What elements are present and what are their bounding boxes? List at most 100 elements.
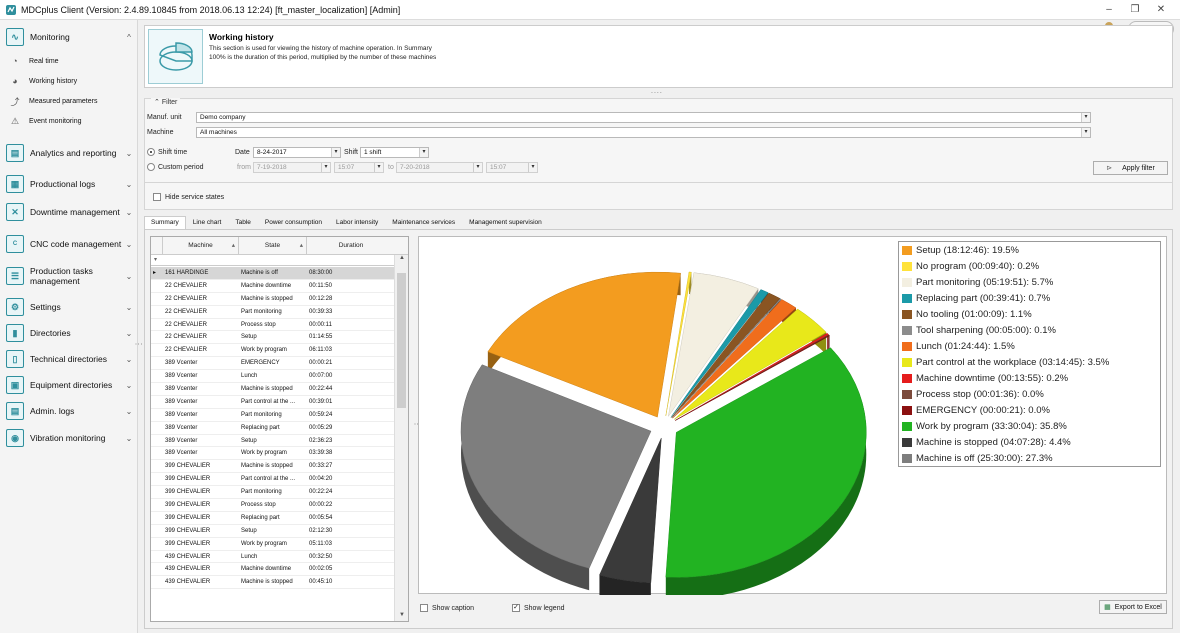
header-splitter[interactable]: .... [651,88,663,95]
table-row[interactable]: ▸ 161 HARDINGE Machine is off 08:30:00 [151,267,395,280]
date-label: Date [235,149,250,156]
warning-icon: ⚠ [10,115,20,126]
filter-legend-label: Filter [161,99,178,106]
table-row[interactable]: 399 CHEVALIER Machine is stopped 00:33:27 [151,460,395,474]
tab-summary[interactable]: Summary [144,216,186,229]
sidebar-sub-measured-parameters[interactable]: ⤴ Measured parameters [8,95,97,107]
cell-machine: 22 CHEVALIER [165,282,207,289]
show-legend-checkbox[interactable]: ✓ Show legend [512,604,564,612]
machine-select[interactable]: All machines ▾ [196,127,1091,138]
tab-power-consumption[interactable]: Power consumption [258,216,329,229]
table-row[interactable]: 22 CHEVALIER Process stop 00:00:11 [151,319,395,332]
cell-state: Replacing part [241,514,280,521]
tab-management-supervision[interactable]: Management supervision [462,216,549,229]
cell-machine: 22 CHEVALIER [165,321,207,328]
to-date-picker[interactable]: 7-20-2018 ▾ [396,162,483,173]
table-row[interactable]: 22 CHEVALIER Machine is stopped 00:12:28 [151,293,395,306]
table-row[interactable]: 439 CHEVALIER Machine is stopped 00:45:10 [151,576,395,590]
sort-icon: ▴ [299,242,303,249]
description-line: 100% is the duration of this period, mul… [209,54,437,61]
sidebar-item-vibration[interactable]: ◉ Vibration monitoring ⌄ [6,428,134,448]
restore-button[interactable]: ❐ [1122,2,1148,16]
tab-line-chart[interactable]: Line chart [186,216,229,229]
tab-labor-intensity[interactable]: Labor intensity [329,216,385,229]
sidebar-item-productional-logs[interactable]: ▦ Productional logs ⌄ [6,174,134,194]
tab-maintenance-services[interactable]: Maintenance services [385,216,462,229]
column-header-state[interactable]: State ▴ [239,237,307,254]
table-row[interactable]: 389 Vcenter Machine is stopped 00:22:44 [151,383,395,396]
legend-item: Process stop (00:01:36): 0.0% [899,386,1160,402]
cell-machine: 399 CHEVALIER [165,540,211,547]
show-caption-checkbox[interactable]: Show caption [420,604,474,612]
shift-select[interactable]: 1 shift ▾ [360,147,429,158]
column-header-machine[interactable]: Machine ▴ [163,237,239,254]
table-row[interactable]: 439 CHEVALIER Lunch 00:32:50 [151,551,395,564]
sidebar-item-technical-directories[interactable]: ▯ Technical directories ⌄ [6,349,134,369]
shift-time-radio[interactable]: Shift time [147,148,187,156]
row-indicator [151,512,163,524]
table-row[interactable]: 389 Vcenter Setup 02:36:23 [151,435,395,448]
grid-filter-row[interactable]: ▾ [151,255,395,266]
table-row[interactable]: 399 CHEVALIER Part control at the ... 00:0… [151,473,395,487]
table-row[interactable]: 389 Vcenter Part control at the ... 00:39:… [151,396,395,409]
table-row[interactable]: 22 CHEVALIER Part monitoring 00:39:33 [151,306,395,319]
sidebar-sub-working-history[interactable]: ◕ Working history [8,75,77,87]
apply-filter-button[interactable]: ⊳ Apply filter [1093,161,1168,175]
custom-period-radio[interactable]: Custom period [147,163,204,171]
to-time-picker[interactable]: 15:07 ▾ [486,162,538,173]
sidebar-sub-event-monitoring[interactable]: ⚠ Event monitoring [8,115,82,127]
scroll-down-icon[interactable]: ▼ [395,612,408,621]
date-picker[interactable]: 8-24-2017 ▾ [253,147,341,158]
minimize-button[interactable]: – [1096,2,1122,16]
apply-filter-label: Apply filter [1122,164,1155,172]
table-row[interactable]: 22 CHEVALIER Work by program 06:11:03 [151,344,395,358]
table-row[interactable]: 389 Vcenter Lunch 00:07:00 [151,370,395,384]
sidebar: ∿ Monitoring ^ ◔ Real time ◕ Working histo… [0,20,143,633]
table-row[interactable]: 389 Vcenter Part monitoring 00:59:24 [151,409,395,422]
legend-label: Tool sharpening (00:05:00): 0.1% [916,324,1056,336]
tab-table[interactable]: Table [228,216,258,229]
legend-item: Machine downtime (00:13:55): 0.2% [899,370,1160,386]
chevron-down-icon: ▾ [473,163,482,172]
table-row[interactable]: 399 CHEVALIER Setup 02:12:30 [151,525,395,538]
from-date-picker[interactable]: 7-19-2018 ▾ [253,162,331,173]
close-button[interactable]: ✕ [1148,2,1174,16]
export-to-excel-button[interactable]: ▦ Export to Excel [1099,600,1167,614]
table-row[interactable]: 22 CHEVALIER Machine downtime 00:11:50 [151,280,395,293]
table-row[interactable]: 399 CHEVALIER Part monitoring 00:22:24 [151,486,395,500]
sidebar-item-admin-logs[interactable]: ▤ Admin. logs ⌄ [6,401,134,421]
grid-scrollbar[interactable]: ▲ ▼ [394,255,408,621]
from-time-picker[interactable]: 15:07 ▾ [334,162,384,173]
scroll-thumb[interactable] [397,273,406,408]
table-row[interactable]: 389 Vcenter Work by program 03:39:38 [151,447,395,461]
filter-legend[interactable]: ⌃ Filter [151,98,181,106]
cell-state: Lunch [241,373,258,380]
scroll-up-icon[interactable]: ▲ [395,255,408,266]
cell-state: Setup [241,437,257,444]
table-row[interactable]: 22 CHEVALIER Setup 01:14:55 [151,331,395,345]
main-panel: Working history This section is used for… [141,20,1173,633]
shift-value: 1 shift [364,149,382,156]
cell-state: Work by program [241,540,287,547]
sidebar-item-settings[interactable]: ⚙ Settings ⌄ [6,297,134,317]
table-row[interactable]: 399 CHEVALIER Process stop 00:00:22 [151,499,395,512]
sidebar-item-directories[interactable]: ▮ Directories ⌄ [6,323,134,343]
sidebar-sub-real-time[interactable]: ◔ Real time [8,55,58,67]
sidebar-item-production-tasks[interactable]: ☰ Production tasks management ⌄ [6,265,134,287]
row-indicator-header [151,237,163,254]
table-row[interactable]: 399 CHEVALIER Work by program 05:11:03 [151,538,395,551]
table-row[interactable]: 389 Vcenter EMERGENCY 00:00:21 [151,357,395,371]
column-header-duration[interactable]: Duration [307,237,395,254]
legend-label: Part monitoring (05:19:51): 5.7% [916,276,1054,288]
hide-service-states-checkbox[interactable]: Hide service states [153,193,224,201]
manuf-unit-select[interactable]: Demo company ▾ [196,112,1091,123]
manuf-unit-label: Manuf. unit [147,114,182,121]
sidebar-item-analytics[interactable]: ▤ Analytics and reporting ⌄ [6,142,134,164]
sidebar-item-monitoring[interactable]: ∿ Monitoring ^ [6,27,134,47]
sidebar-item-cnc-code[interactable]: C CNC code management ⌄ [6,233,134,255]
sidebar-item-equipment-directories[interactable]: ▣ Equipment directories ⌄ [6,375,134,395]
table-row[interactable]: 399 CHEVALIER Replacing part 00:05:54 [151,512,395,525]
table-row[interactable]: 389 Vcenter Replacing part 00:05:29 [151,422,395,435]
sidebar-item-downtime[interactable]: ✕ Downtime management ⌄ [6,201,134,223]
table-row[interactable]: 439 CHEVALIER Machine downtime 00:02:05 [151,563,395,577]
